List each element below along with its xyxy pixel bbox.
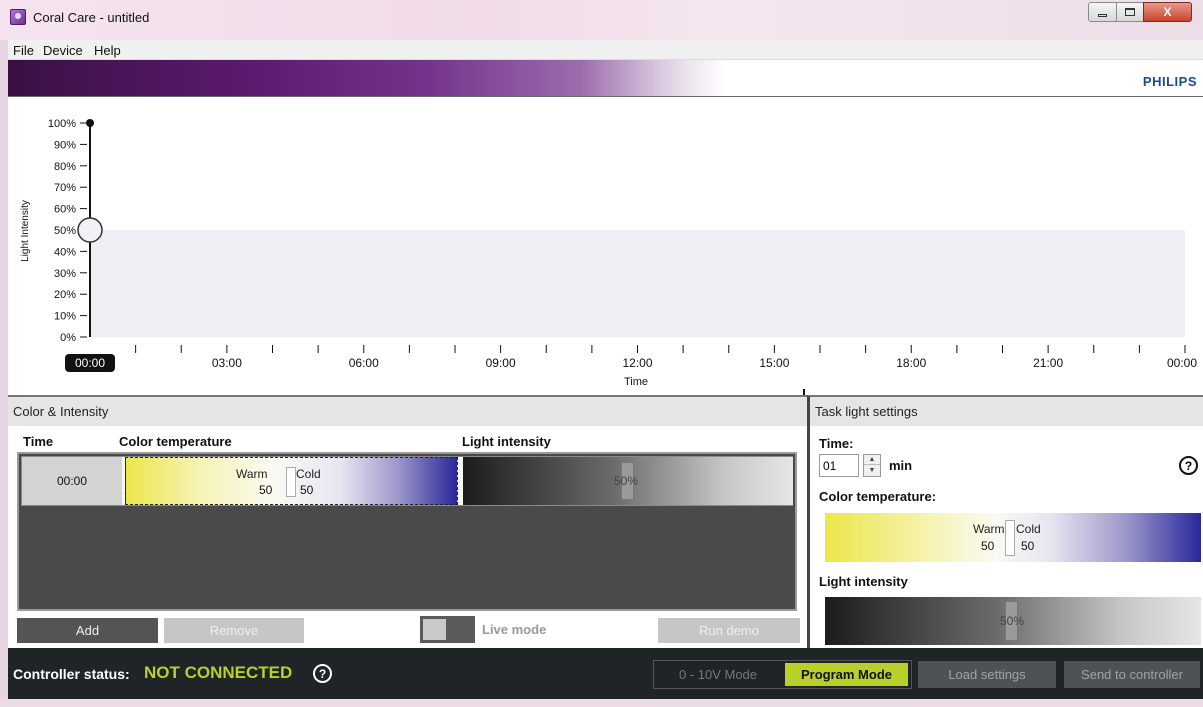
spin-down-icon[interactable]: ▼ [864,466,880,476]
row-light-intensity-slider[interactable]: 50% [463,457,793,505]
menu-device[interactable]: Device [43,43,83,58]
brand-banner: PHILIPS [8,60,1203,97]
y-tick-label: 40% [54,246,76,258]
send-to-controller-button[interactable]: Send to controller [1064,661,1200,688]
controller-status-label: Controller status: [13,666,130,682]
x-tick-label: 00:00 [1167,356,1197,370]
intensity-chart[interactable]: 0% 10% 20% 30% 40% 50% 60% 70% 80% 90% 100% Light I… [8,97,1203,395]
column-header-light-intensity: Light intensity [462,434,551,449]
maximize-icon [1125,8,1135,16]
x-tick-label: 18:00 [896,356,926,370]
close-icon: X [1163,5,1172,19]
spin-up-icon[interactable]: ▲ [864,455,880,465]
y-tick-label: 50% [54,225,76,237]
task-color-temperature-slider[interactable]: Warm Cold 50 50 [825,513,1201,562]
mode-program-button[interactable]: Program Mode [785,663,908,686]
table-row[interactable]: 00:00 Warm Cold 50 50 50% [21,456,793,506]
x-tick-label: 06:00 [349,356,379,370]
window-border [0,40,8,699]
task-time-input[interactable]: 01 [819,454,859,477]
mode-0-10v-button[interactable]: 0 - 10V Mode [654,661,782,688]
x-tick-label: 21:00 [1033,356,1063,370]
panel-header: Color & Intensity [8,397,807,426]
column-header-time: Time [23,434,54,449]
menu-bar: File Device Help [8,40,1203,60]
x-tick-label: 09:00 [486,356,516,370]
live-mode-toggle[interactable] [420,616,475,643]
intensity-area [90,230,1185,337]
y-tick-label: 60% [54,204,76,216]
menu-file[interactable]: File [13,43,34,58]
cold-value: 50 [300,483,314,497]
x-tick-label: 12:00 [622,356,652,370]
warm-value: 50 [981,539,995,553]
mode-selector[interactable]: 0 - 10V Mode Program Mode [653,660,912,689]
title-bar: Coral Care - untitled X [0,0,1203,40]
light-intensity-value: 50% [614,474,639,488]
row-time-cell[interactable]: 00:00 [22,457,122,505]
status-help-icon[interactable]: ? [313,664,332,683]
panel-header: Task light settings [810,397,1203,426]
menu-help[interactable]: Help [94,43,121,58]
minimize-button[interactable] [1088,2,1117,22]
task-light-intensity-label: Light intensity [819,574,908,589]
controller-status-value: NOT CONNECTED [144,663,293,682]
x-tick-label: 15:00 [759,356,789,370]
warm-label: Warm [973,522,1005,536]
y-tick-label: 0% [60,332,76,344]
slider-max-dot [86,119,94,127]
warm-value: 50 [259,483,273,497]
y-tick-label: 100% [48,118,76,130]
color-intensity-panel: Color & Intensity Time Color temperature… [8,395,807,648]
window-title: Coral Care - untitled [33,10,150,25]
add-button[interactable]: Add [17,618,158,643]
y-tick-label: 90% [54,139,76,151]
load-settings-button[interactable]: Load settings [918,661,1056,688]
row-color-temperature-slider[interactable]: Warm Cold 50 50 [125,457,458,505]
task-time-unit: min [889,458,913,473]
task-time-label: Time: [819,436,854,451]
y-tick-label: 80% [54,161,76,173]
y-tick-label: 70% [54,182,76,194]
maximize-button[interactable] [1116,2,1144,22]
task-color-temperature-handle[interactable] [1005,520,1015,556]
app-icon [10,9,26,25]
toggle-knob [423,619,446,640]
task-time-spinner[interactable]: ▲ ▼ [863,454,881,477]
column-header-color-temperature: Color temperature [119,434,232,449]
cold-label: Cold [1016,522,1041,536]
x-axis-label: Time [624,376,648,388]
cold-label: Cold [296,467,321,481]
current-time-label: 00:00 [75,356,105,370]
y-axis-label: Light Intensity [20,200,31,262]
cold-value: 50 [1021,539,1035,553]
live-mode-label: Live mode [482,622,547,637]
schedule-table[interactable]: 00:00 Warm Cold 50 50 50% [17,452,797,611]
close-button[interactable]: X [1143,2,1192,22]
color-temperature-handle[interactable] [286,467,296,497]
remove-button[interactable]: Remove [164,618,304,643]
task-light-panel: Task light settings Time: 01 ▲ ▼ min ? C… [807,395,1203,648]
y-tick-label: 10% [54,311,76,323]
chart-svg[interactable]: 0% 10% 20% 30% 40% 50% 60% 70% 80% 90% 100% Light I… [8,97,1203,395]
warm-label: Warm [236,467,268,481]
minimize-icon [1098,13,1107,17]
status-bar: Controller status: NOT CONNECTED ? 0 - 1… [8,648,1203,699]
x-tick-label: 03:00 [212,356,242,370]
y-tick-label: 20% [54,289,76,301]
task-light-intensity-slider[interactable]: 50% [825,597,1201,645]
task-color-temperature-label: Color temperature: [819,489,937,504]
philips-logo: PHILIPS [1142,74,1197,89]
task-help-icon[interactable]: ? [1179,456,1198,475]
window-border [0,699,1203,707]
run-demo-button[interactable]: Run demo [658,618,800,643]
selected-point-handle[interactable] [77,217,103,243]
task-light-intensity-value: 50% [1000,614,1025,628]
y-tick-label: 30% [54,268,76,280]
